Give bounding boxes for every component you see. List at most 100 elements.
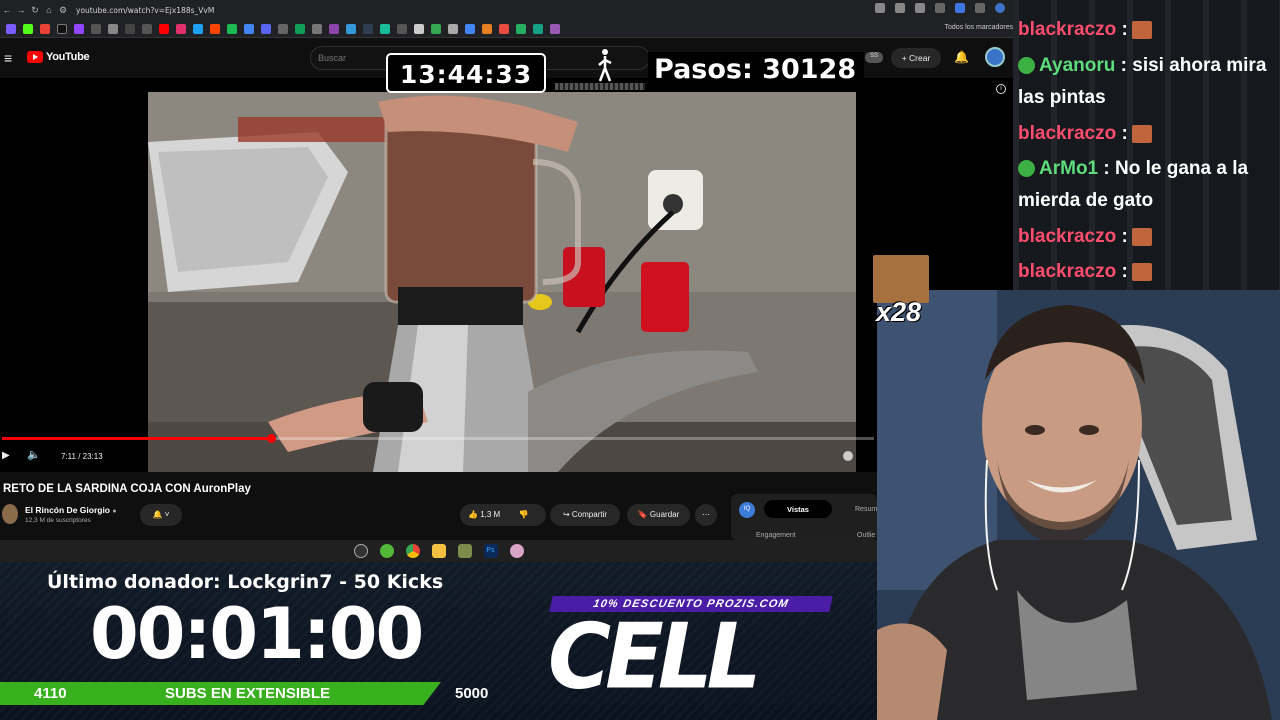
app-icon[interactable] <box>509 544 524 558</box>
account-avatar[interactable] <box>985 47 1005 67</box>
bookmark-icon[interactable] <box>57 23 67 34</box>
app-icon[interactable] <box>457 544 472 558</box>
reload-icon[interactable]: ↻ <box>28 5 42 16</box>
forward-icon[interactable]: → <box>14 5 28 15</box>
video-scene-blender <box>148 92 856 472</box>
bookmark-icon[interactable] <box>159 23 169 34</box>
bookmark-icon[interactable] <box>516 23 526 34</box>
hamburger-menu-icon[interactable]: ≡ <box>4 50 12 66</box>
like-icon[interactable]: 👍 <box>468 510 478 519</box>
photoshop-icon[interactable]: Ps <box>483 544 498 558</box>
site-info-icon[interactable]: ⚙ <box>56 5 70 16</box>
bookmark-icon[interactable] <box>261 23 271 34</box>
autoplay-toggle[interactable] <box>843 451 853 461</box>
bookmark-icon[interactable] <box>363 23 373 34</box>
chat-username[interactable]: Ayanoru <box>1039 55 1115 76</box>
bookmark-icon[interactable] <box>380 23 390 34</box>
bookmark-icon[interactable] <box>40 23 50 34</box>
all-bookmarks[interactable]: Todos los marcadores <box>945 24 1013 31</box>
subscriber-badge-icon <box>1018 160 1035 178</box>
subs-goal: 5000 <box>455 685 489 702</box>
chat-username[interactable]: blackraczo <box>1018 123 1116 144</box>
folder-icon[interactable] <box>431 544 446 558</box>
bookmark-icon[interactable] <box>533 23 543 34</box>
stream-screen: ← → ↻ ⌂ ⚙ youtube.com/watch?v=Ejx188s_Vv… <box>0 0 1280 720</box>
chat-username[interactable]: blackraczo <box>1018 261 1116 282</box>
bookmark-icon[interactable] <box>108 23 118 34</box>
video-player[interactable] <box>0 78 877 472</box>
zoom-icon[interactable] <box>875 3 885 13</box>
profile-icon[interactable] <box>995 3 1005 13</box>
bookmark-icon[interactable] <box>176 23 186 34</box>
bookmark-icon[interactable] <box>414 23 424 34</box>
obs-icon[interactable] <box>353 544 368 558</box>
scrubber-handle[interactable] <box>267 434 276 443</box>
bookmark-icon[interactable] <box>23 23 33 34</box>
chat-username[interactable]: ArMo1 <box>1039 158 1098 179</box>
extension-icon[interactable] <box>955 3 965 13</box>
puzzle-icon[interactable] <box>975 3 985 13</box>
volume-icon[interactable]: 🔈 <box>27 448 41 461</box>
dislike-icon[interactable]: 👎 <box>518 510 528 519</box>
notifications-bell-icon[interactable]: 🔔 <box>954 50 969 64</box>
tab-views[interactable]: Vistas <box>764 500 832 518</box>
channel-avatar[interactable] <box>2 504 18 524</box>
bookmark-icon[interactable] <box>431 23 441 34</box>
chat-separator: : <box>1116 261 1128 282</box>
back-icon[interactable]: ← <box>0 5 14 15</box>
play-icon[interactable]: ▶ <box>2 450 10 461</box>
chat-message: blackraczo : <box>1018 118 1273 150</box>
browser-toolbar: ← → ↻ ⌂ ⚙ youtube.com/watch?v=Ejx188s_Vv… <box>0 0 1013 20</box>
channel-name-text: El Rincón De Giorgio <box>25 505 111 515</box>
bookmark-icon[interactable] <box>499 23 509 34</box>
save-button[interactable]: 🔖 Guardar <box>627 504 690 526</box>
bookmark-icon[interactable] <box>74 23 84 34</box>
bookmark-icon[interactable] <box>193 23 203 34</box>
subs-current: 4110 <box>34 685 67 702</box>
bookmark-icon[interactable] <box>6 23 16 34</box>
info-icon[interactable]: i <box>996 84 1006 94</box>
emote-icon <box>1131 20 1152 39</box>
bookmark-icon[interactable] <box>550 23 560 34</box>
bookmark-icon[interactable] <box>278 23 288 34</box>
bookmark-icon[interactable] <box>465 23 475 34</box>
more-actions-button[interactable]: ⋯ <box>695 504 717 526</box>
star-icon[interactable] <box>915 3 925 13</box>
bookmark-icon[interactable] <box>346 23 356 34</box>
bookmark-icon[interactable] <box>244 23 254 34</box>
notification-bell-button[interactable]: 🔔 ˅ <box>140 504 182 526</box>
video-title: RETO DE LA SARDINA COJA CON AuronPlay <box>3 483 251 495</box>
tab-summary[interactable]: Resum <box>855 506 877 513</box>
address-bar[interactable]: youtube.com/watch?v=Ejx188s_VvM <box>76 6 214 15</box>
bookmark-icon[interactable] <box>448 23 458 34</box>
bookmark-icon[interactable] <box>482 23 492 34</box>
bookmark-icon[interactable] <box>312 23 322 34</box>
chat-username[interactable]: blackraczo <box>1018 226 1116 247</box>
app-icon[interactable] <box>379 544 394 558</box>
bookmark-icon[interactable] <box>295 23 305 34</box>
bookmark-icon[interactable] <box>397 23 407 34</box>
chat-username[interactable]: blackraczo <box>1018 19 1116 40</box>
home-icon[interactable]: ⌂ <box>42 5 56 15</box>
share-button[interactable]: ↪ Compartir <box>550 504 620 526</box>
channel-name[interactable]: El Rincón De Giorgio ● <box>25 505 117 515</box>
extension-icon[interactable] <box>935 3 945 13</box>
create-button[interactable]: + Crear <box>891 48 941 68</box>
bookmark-icon[interactable] <box>210 23 220 34</box>
bookmark-icon[interactable] <box>142 23 152 34</box>
bookmark-icon[interactable] <box>91 23 101 34</box>
windows-taskbar: Ps <box>0 540 877 562</box>
subscriber-count: 12,3 M de suscriptores <box>25 517 91 524</box>
share-icon[interactable] <box>895 3 905 13</box>
subscriber-badge-icon <box>1018 57 1035 75</box>
ss-badge: SS <box>865 52 883 63</box>
bookmark-icon[interactable] <box>125 23 135 34</box>
video-progress-bar[interactable] <box>2 434 874 443</box>
like-count[interactable]: 1,3 M <box>480 510 500 519</box>
youtube-logo[interactable]: YouTube <box>27 51 90 63</box>
bookmark-icon[interactable] <box>227 23 237 34</box>
chrome-icon[interactable] <box>405 544 420 558</box>
chat-separator: : <box>1116 226 1128 247</box>
bookmark-icon[interactable] <box>329 23 339 34</box>
subs-label: SUBS EN EXTENSIBLE <box>165 685 331 702</box>
